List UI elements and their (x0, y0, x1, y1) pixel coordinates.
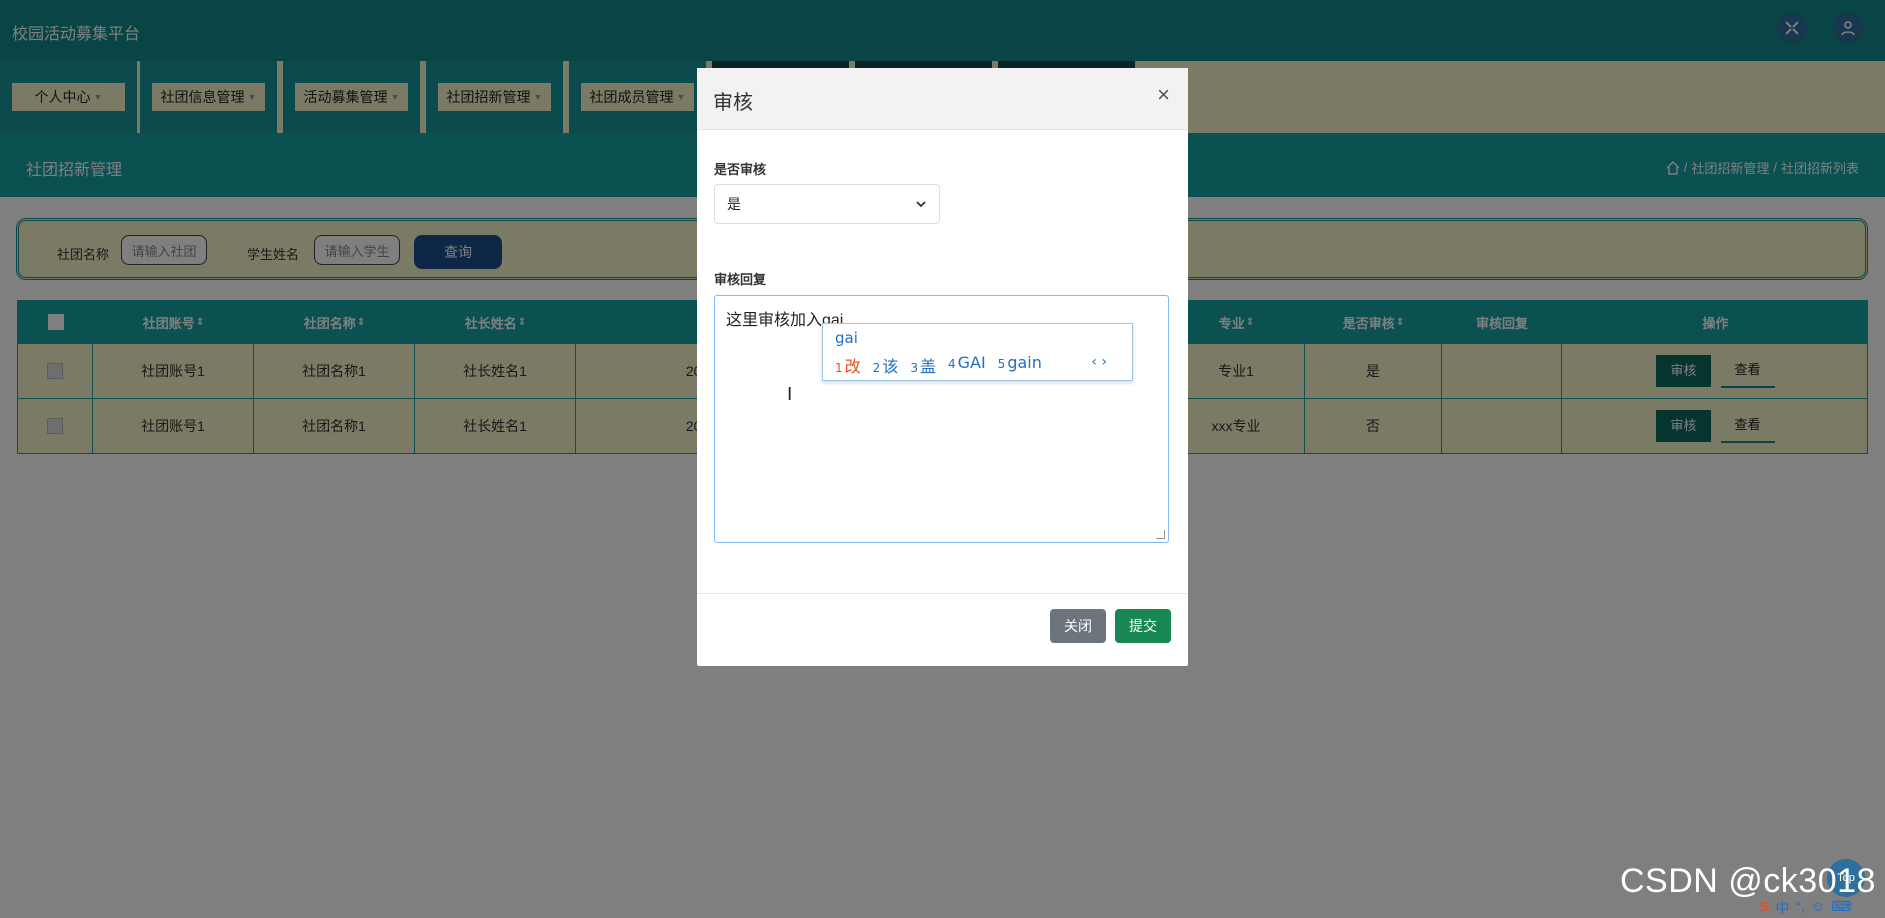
ime-tray: S 中 °, ☺ ⌨ (1760, 898, 1851, 918)
text-cursor-icon: I (787, 384, 793, 405)
close-icon[interactable]: × (1157, 84, 1170, 106)
ime-candidate[interactable]: 1改 (835, 353, 861, 377)
close-button[interactable]: 关闭 (1050, 609, 1106, 643)
ime-candidate[interactable]: 5 gain (998, 353, 1042, 377)
modal-header: 审核 × (697, 68, 1188, 130)
emoji-icon[interactable]: ☺ (1811, 898, 1825, 918)
reviewed-select-value: 是 (727, 196, 741, 212)
reviewed-label: 是否审核 (714, 162, 767, 177)
sogou-icon[interactable]: S (1760, 898, 1769, 918)
ime-candidates: 1改 2该 3盖 4 GAI 5 gain (835, 353, 1042, 377)
punct-icon[interactable]: °, (1795, 898, 1805, 918)
submit-button[interactable]: 提交 (1115, 609, 1171, 643)
ime-candidate-popup: gai 1改 2该 3盖 4 GAI 5 gain ‹ › (822, 323, 1133, 381)
modal-title: 审核 (713, 92, 753, 114)
ime-candidate[interactable]: 3盖 (910, 353, 936, 377)
reply-label: 审核回复 (714, 272, 767, 287)
modal-divider (697, 593, 1188, 594)
ime-page-arrows[interactable]: ‹ › (1091, 354, 1107, 370)
reviewed-select[interactable]: 是 (714, 184, 940, 224)
ime-mode[interactable]: 中 (1775, 898, 1789, 918)
chevron-down-icon (916, 201, 926, 208)
watermark: CSDN @ck3018 (1620, 862, 1876, 900)
ime-candidate[interactable]: 2该 (873, 353, 899, 377)
ime-pinyin: gai (835, 329, 858, 347)
keyboard-icon[interactable]: ⌨ (1831, 898, 1851, 918)
ime-candidate[interactable]: 4 GAI (948, 353, 986, 377)
resize-handle[interactable] (1156, 530, 1165, 539)
